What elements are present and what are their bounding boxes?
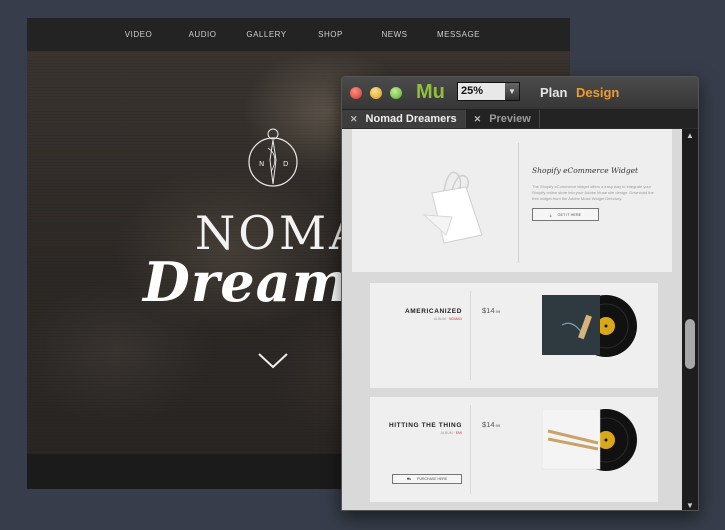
scrollbar-thumb[interactable] <box>685 319 695 369</box>
tab-label: Nomad Dreamers <box>365 113 457 125</box>
title-bar: Mu 25% ▼ Plan Design <box>342 77 698 110</box>
get-it-here-label: GET IT HERE <box>557 212 582 217</box>
album-vinyl-art <box>542 295 637 357</box>
scroll-up-arrow-icon[interactable]: ▲ <box>686 131 694 140</box>
download-icon: ⤓ <box>549 212 552 217</box>
plan-mode-button[interactable]: Plan <box>540 85 567 100</box>
close-icon[interactable]: ✕ <box>474 114 482 125</box>
product-name: AMERICANIZED <box>404 308 462 315</box>
get-it-here-button[interactable]: ⤓ GET IT HERE <box>532 208 599 221</box>
zoom-select[interactable]: 25% ▼ <box>457 82 520 101</box>
nav-news[interactable]: NEWS <box>363 30 427 39</box>
product-card: HITTING THE THING ALBUM · EMI $14.99 ⛟ P… <box>370 397 658 502</box>
logo-letter-d: D <box>283 160 288 168</box>
product-name: HITTING THE THING <box>388 422 462 429</box>
muse-window: Mu 25% ▼ Plan Design ✕ Nomad Dreamers ✕ … <box>341 76 699 511</box>
zoom-window-button[interactable] <box>390 87 402 99</box>
compass-logo-icon: N D <box>248 128 298 187</box>
shopify-widget-section: Shopify eCommerce Widget The Shopify eCo… <box>352 129 672 272</box>
cart-icon: ⛟ <box>406 476 412 481</box>
shopping-bag-icon <box>422 171 483 244</box>
product-subtitle: ALBUM · EMI <box>440 431 462 435</box>
site-nav: VIDEO AUDIO GALLERY SHOP NEWS MESSAGE <box>27 18 570 51</box>
product-price: $14.99 <box>482 420 501 429</box>
purchase-here-label: PURCHASE HERE <box>417 477 448 481</box>
product-price: $14.99 <box>482 306 501 315</box>
nav-gallery[interactable]: GALLERY <box>235 30 299 39</box>
purchase-here-button[interactable]: ⛟ PURCHASE HERE <box>392 474 462 484</box>
tab-label: Preview <box>489 113 531 125</box>
nav-shop[interactable]: SHOP <box>299 30 363 39</box>
nav-audio[interactable]: AUDIO <box>171 30 235 39</box>
close-icon[interactable]: ✕ <box>350 114 358 125</box>
document-tabs: ✕ Nomad Dreamers ✕ Preview <box>342 110 698 128</box>
widget-title: Shopify eCommerce Widget <box>532 166 639 175</box>
muse-app-logo: Mu <box>416 81 445 103</box>
widget-description: The Shopify eCommerce widget offers a ea… <box>532 184 654 201</box>
minimize-window-button[interactable] <box>370 87 382 99</box>
album-vinyl-art <box>542 409 637 471</box>
design-canvas[interactable]: Shopify eCommerce Widget The Shopify eCo… <box>342 129 683 510</box>
nav-video[interactable]: VIDEO <box>107 30 171 39</box>
close-window-button[interactable] <box>350 87 362 99</box>
scroll-down-arrow-icon[interactable]: ▼ <box>686 501 694 510</box>
product-card: AMERICANIZED ALBUM · NOMAD $14.99 <box>370 283 658 388</box>
chevron-down-icon[interactable]: ▼ <box>505 83 519 100</box>
design-mode-button[interactable]: Design <box>576 85 619 100</box>
tab-nomad-dreamers[interactable]: ✕ Nomad Dreamers <box>342 110 466 128</box>
logo-letter-n: N <box>259 160 264 168</box>
nav-message[interactable]: MESSAGE <box>427 30 491 39</box>
zoom-value: 25% <box>461 85 484 97</box>
vertical-scrollbar[interactable]: ▲ ▼ <box>682 129 698 510</box>
product-subtitle: ALBUM · NOMAD <box>433 317 462 321</box>
scroll-down-chevron-icon[interactable] <box>257 352 289 370</box>
tab-preview[interactable]: ✕ Preview <box>466 110 540 128</box>
